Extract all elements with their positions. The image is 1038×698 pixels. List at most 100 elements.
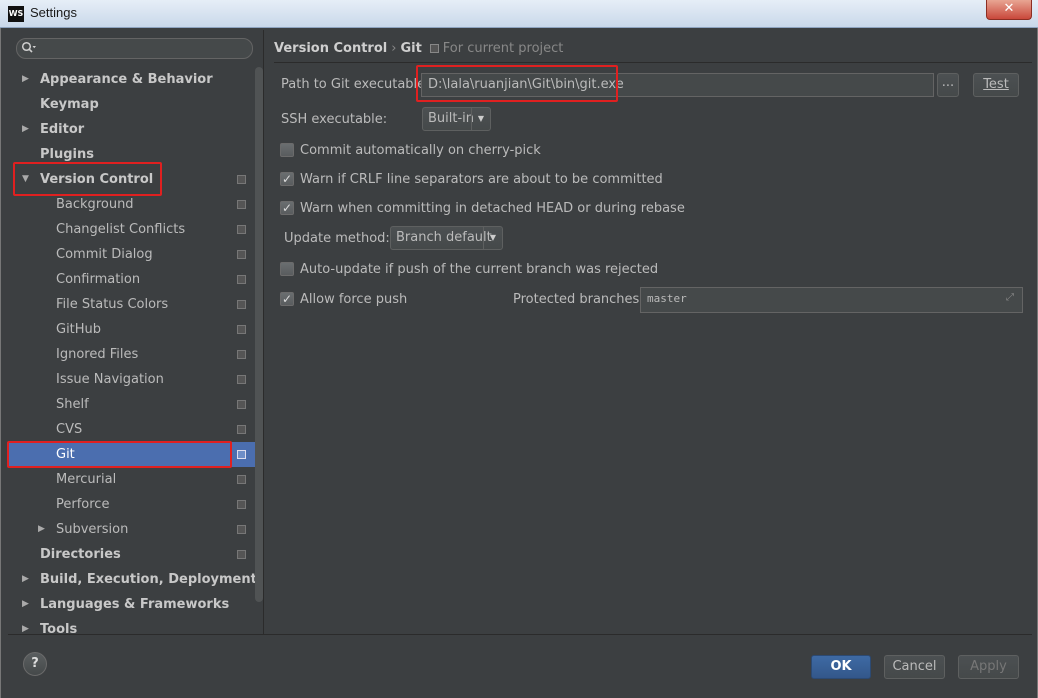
project-scope-icon <box>237 225 246 234</box>
close-window-button[interactable]: ✕ <box>986 0 1032 20</box>
test-button[interactable]: Test <box>973 73 1019 97</box>
project-scope-icon <box>237 250 246 259</box>
ssh-executable-value: Built-in <box>428 111 475 126</box>
sidebar-scrollbar[interactable] <box>255 67 263 602</box>
sidebar-item-plugins[interactable]: Plugins <box>8 142 262 167</box>
project-scope-icon <box>237 500 246 509</box>
settings-tree: ▶ Appearance & Behavior Keymap ▶ Editor Plugi… <box>8 67 262 642</box>
sidebar-item-keymap[interactable]: Keymap <box>8 92 262 117</box>
breadcrumb-version-control: Version Control <box>274 41 388 56</box>
ssh-executable-select[interactable]: Built-in ▼ <box>422 107 491 131</box>
sidebar-item-label: Background <box>56 197 134 212</box>
detached-head-checkbox[interactable]: ✓ <box>280 201 294 215</box>
chevron-down-icon: ▼ <box>471 108 490 130</box>
protected-branches-label: Protected branches: <box>513 292 644 307</box>
browse-button[interactable]: ... <box>937 73 959 97</box>
ssh-executable-label: SSH executable: <box>281 112 388 127</box>
splitter[interactable] <box>263 30 264 634</box>
sidebar-item-label: GitHub <box>56 322 102 337</box>
project-scope-icon <box>237 550 246 559</box>
sidebar-item-label: Ignored Files <box>56 347 139 362</box>
git-path-input[interactable]: D:\lala\ruanjian\Git\bin\git.exe <box>421 73 934 97</box>
sidebar-item-label: Git <box>56 447 75 462</box>
collapsed-arrow-icon[interactable]: ▶ <box>22 117 34 142</box>
project-scope-icon <box>237 300 246 309</box>
cancel-button[interactable]: Cancel <box>884 655 945 679</box>
sidebar-item-label: Shelf <box>56 397 89 412</box>
sidebar-item-editor[interactable]: ▶ Editor <box>8 117 262 142</box>
sidebar-item-git[interactable]: Git <box>8 442 262 467</box>
collapsed-arrow-icon[interactable]: ▶ <box>22 617 34 642</box>
sidebar-item-label: Directories <box>40 547 121 562</box>
project-scope-icon <box>237 425 246 434</box>
expanded-arrow-icon[interactable]: ▼ <box>22 167 34 192</box>
sidebar-item-background[interactable]: Background <box>8 192 262 217</box>
sidebar-item-label: Changelist Conflicts <box>56 222 186 237</box>
force-push-checkbox[interactable]: ✓ <box>280 292 294 306</box>
collapsed-arrow-icon[interactable]: ▶ <box>22 592 34 617</box>
ok-button[interactable]: OK <box>811 655 871 679</box>
sidebar-item-build-execution-deployment[interactable]: ▶ Build, Execution, Deployment <box>8 567 262 592</box>
expand-icon[interactable]: ⤢ <box>1006 293 1016 303</box>
search-icon <box>21 41 37 55</box>
sidebar-item-perforce[interactable]: Perforce <box>8 492 262 517</box>
apply-button[interactable]: Apply <box>958 655 1019 679</box>
auto-update-label: Auto-update if push of the current branc… <box>300 262 659 277</box>
crlf-warning-checkbox[interactable]: ✓ <box>280 172 294 186</box>
collapsed-arrow-icon[interactable]: ▶ <box>22 567 34 592</box>
sidebar-item-label: File Status Colors <box>56 297 169 312</box>
sidebar-item-appearance-behavior[interactable]: ▶ Appearance & Behavior <box>8 67 262 92</box>
sidebar-item-confirmation[interactable]: Confirmation <box>8 267 262 292</box>
protected-branches-input[interactable]: master ⤢ <box>640 287 1023 313</box>
search-input[interactable] <box>41 40 246 57</box>
sidebar-item-label: CVS <box>56 422 83 437</box>
footer-separator <box>8 634 1032 635</box>
sidebar-item-cvs[interactable]: CVS <box>8 417 262 442</box>
sidebar-item-directories[interactable]: Directories <box>8 542 262 567</box>
sidebar-item-label: Keymap <box>40 97 99 112</box>
window-title: Settings <box>30 5 77 20</box>
crlf-warning-label: Warn if CRLF line separators are about t… <box>300 172 663 187</box>
sidebar-item-label: Commit Dialog <box>56 247 153 262</box>
sidebar-item-mercurial[interactable]: Mercurial <box>8 467 262 492</box>
sidebar-item-issue-navigation[interactable]: Issue Navigation <box>8 367 262 392</box>
collapsed-arrow-icon[interactable]: ▶ <box>38 517 50 542</box>
sidebar-item-languages-frameworks[interactable]: ▶ Languages & Frameworks <box>8 592 262 617</box>
cherry-pick-checkbox[interactable] <box>280 143 294 157</box>
project-scope-icon <box>237 175 246 184</box>
help-button[interactable]: ? <box>23 652 47 676</box>
force-push-label: Allow force push <box>300 292 408 307</box>
project-scope-icon <box>237 475 246 484</box>
sidebar-item-subversion[interactable]: ▶ Subversion <box>8 517 262 542</box>
project-scope-icon <box>237 350 246 359</box>
breadcrumb-scope-note: For current project <box>442 41 564 56</box>
project-scope-icon <box>237 450 246 459</box>
sidebar-item-commit-dialog[interactable]: Commit Dialog <box>8 242 262 267</box>
project-scope-icon <box>237 375 246 384</box>
git-path-label: Path to Git executable: <box>281 77 430 92</box>
chevron-down-icon: ▼ <box>483 227 502 249</box>
sidebar-item-github[interactable]: GitHub <box>8 317 262 342</box>
sidebar-item-version-control[interactable]: ▼ Version Control <box>8 167 262 192</box>
auto-update-checkbox[interactable] <box>280 262 294 276</box>
update-method-select[interactable]: Branch default ▼ <box>390 226 503 250</box>
sidebar-item-label: Subversion <box>56 522 129 537</box>
sidebar-item-changelist-conflicts[interactable]: Changelist Conflicts <box>8 217 262 242</box>
sidebar-item-label: Build, Execution, Deployment <box>40 572 257 587</box>
sidebar-item-shelf[interactable]: Shelf <box>8 392 262 417</box>
detached-head-label: Warn when committing in detached HEAD or… <box>300 201 685 216</box>
sidebar-item-label: Editor <box>40 122 85 137</box>
project-scope-icon <box>237 275 246 284</box>
sidebar-item-tools[interactable]: ▶ Tools <box>8 617 262 642</box>
protected-branches-value: master <box>647 292 687 305</box>
sidebar-item-ignored-files[interactable]: Ignored Files <box>8 342 262 367</box>
collapsed-arrow-icon[interactable]: ▶ <box>22 67 34 92</box>
project-scope-icon <box>429 44 439 53</box>
sidebar-item-label: Appearance & Behavior <box>40 72 213 87</box>
sidebar-item-label: Perforce <box>56 497 110 512</box>
settings-search-box[interactable] <box>16 38 253 59</box>
breadcrumb: Version Control › Git For current project <box>274 40 563 58</box>
project-scope-icon <box>237 525 246 534</box>
project-scope-icon <box>237 325 246 334</box>
sidebar-item-file-status-colors[interactable]: File Status Colors <box>8 292 262 317</box>
